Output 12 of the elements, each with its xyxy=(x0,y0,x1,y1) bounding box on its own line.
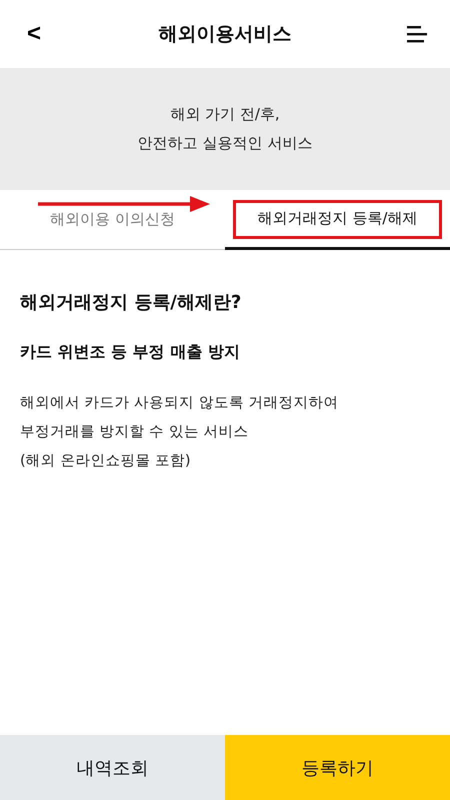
description-text: 해외에서 카드가 사용되지 않도록 거래정지하여 xyxy=(20,394,340,413)
description-text: (해외 온라인쇼핑몰 포함) xyxy=(20,452,192,471)
page-title: 해외이용서비스 xyxy=(158,22,292,47)
register-button[interactable]: 등록하기 xyxy=(225,735,450,800)
section-subheading: 카드 위변조 등 부정 매출 방지 xyxy=(20,342,241,363)
description-text: 부정거래를 방지할 수 있는 서비스 xyxy=(20,423,250,442)
banner-text: 안전하고 실용적인 서비스 xyxy=(138,134,312,153)
history-button[interactable]: 내역조회 xyxy=(0,735,225,800)
section-heading: 해외거래정지 등록/해제란? xyxy=(20,291,242,314)
banner-text: 해외 가기 전/후, xyxy=(170,105,280,124)
menu-icon xyxy=(405,25,427,43)
back-button[interactable]: < xyxy=(20,20,48,48)
